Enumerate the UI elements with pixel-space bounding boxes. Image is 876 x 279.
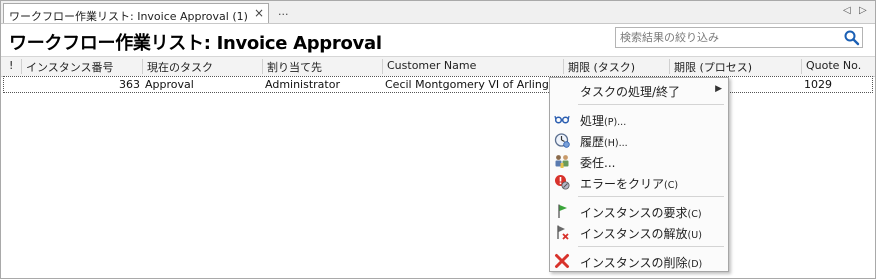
context-menu: タスクの処理/終了 ▶ 処理(P)... 履歴(H)... 委任... エラーを… [549, 77, 729, 272]
menu-item-request-instance[interactable]: インスタンスの要求(C) [550, 201, 728, 221]
tab-invoice-approval[interactable]: ワークフロー作業リスト: Invoice Approval (1) × [3, 3, 269, 23]
cell-customer-name: Cecil Montgomery VI of Arlington [385, 78, 567, 91]
tab-close-icon[interactable]: × [254, 6, 264, 20]
cell-instance-no: 363 [119, 78, 140, 91]
cell-quote-no: 1029 [804, 78, 832, 91]
flag-remove-icon [557, 225, 569, 240]
menu-item-process[interactable]: 処理(P)... [550, 109, 728, 129]
cell-assignee: Administrator [265, 78, 340, 91]
menu-text-clear-error: エラーをクリア [580, 177, 665, 191]
scroll-right-icon[interactable]: ▷ [859, 5, 867, 16]
menu-accel-delete: (D) [687, 259, 703, 270]
tab-label: ワークフロー作業リスト: Invoice Approval (1) [9, 10, 248, 23]
menu-accel-request: (C) [687, 209, 702, 220]
menu-text-release: インスタンスの解放 [580, 227, 688, 241]
menu-label-delegate: 委任... [580, 156, 616, 170]
menu-text-history: 履歴 [580, 135, 605, 149]
menu-accel-clear-error: (C) [664, 180, 679, 191]
error-icon [555, 175, 570, 190]
col-instance-no[interactable]: インスタンス番号 [21, 59, 142, 74]
menu-item-process-finish[interactable]: タスクの処理/終了 ▶ [550, 80, 728, 100]
menu-label-process-finish: タスクの処理/終了 [580, 85, 681, 99]
menu-item-history[interactable]: 履歴(H)... [550, 130, 728, 150]
menu-label-process: 処理(P)... [580, 112, 626, 129]
menu-label-delete-instance: インスタンスの削除(D) [580, 254, 702, 271]
flag-icon [558, 204, 567, 218]
menu-accel-process: (P)... [604, 117, 627, 128]
menu-item-release-instance[interactable]: インスタンスの解放(U) [550, 222, 728, 242]
col-deadline-process[interactable]: 期限 (プロセス) [669, 59, 801, 74]
menu-item-delete-instance[interactable]: インスタンスの削除(D) [550, 251, 728, 271]
menu-accel-release: (U) [687, 230, 702, 241]
glasses-icon [554, 115, 570, 124]
tab-strip: ワークフロー作業リスト: Invoice Approval (1) × ... … [1, 1, 875, 24]
search-box [615, 27, 863, 48]
workflow-worklist-window: ワークフロー作業リスト: Invoice Approval (1) × ... … [0, 0, 876, 279]
menu-text-process: 処理 [580, 114, 605, 128]
menu-text-delete: インスタンスの削除 [580, 256, 688, 270]
search-icon[interactable] [843, 29, 860, 46]
menu-item-clear-error[interactable]: エラーをクリア(C) [550, 172, 728, 192]
menu-separator [578, 104, 724, 105]
col-current-task[interactable]: 現在のタスク [142, 59, 262, 74]
col-quote-no[interactable]: Quote No. [801, 59, 875, 74]
menu-label-history: 履歴(H)... [580, 133, 628, 150]
tab-overflow-button[interactable]: ... [278, 5, 289, 18]
page-title: ワークフロー作業リスト: Invoice Approval [9, 33, 382, 54]
menu-separator [578, 246, 724, 247]
scroll-left-icon[interactable]: ◁ [843, 5, 851, 16]
search-input[interactable] [620, 30, 835, 45]
clock-icon [554, 133, 570, 148]
table-row[interactable]: 363 Approval Administrator Cecil Montgom… [3, 76, 873, 93]
users-icon [555, 155, 569, 168]
col-assignee[interactable]: 割り当て先 [262, 59, 382, 74]
chevron-right-icon: ▶ [715, 84, 722, 94]
menu-label-request-instance: インスタンスの要求(C) [580, 204, 702, 221]
col-deadline-task[interactable]: 期限 (タスク) [563, 59, 669, 74]
menu-separator [578, 196, 724, 197]
column-header-row: ! インスタンス番号 現在のタスク 割り当て先 Customer Name 期限… [1, 56, 875, 77]
col-flag[interactable]: ! [3, 59, 21, 74]
menu-item-delegate[interactable]: 委任... [550, 151, 728, 171]
menu-accel-history: (H)... [604, 138, 628, 149]
cell-current-task: Approval [145, 78, 194, 91]
menu-text-request: インスタンスの要求 [580, 206, 688, 220]
menu-label-release-instance: インスタンスの解放(U) [580, 225, 702, 242]
col-customer-name[interactable]: Customer Name [382, 59, 563, 74]
menu-label-clear-error: エラーをクリア(C) [580, 175, 678, 192]
delete-icon [555, 254, 569, 268]
